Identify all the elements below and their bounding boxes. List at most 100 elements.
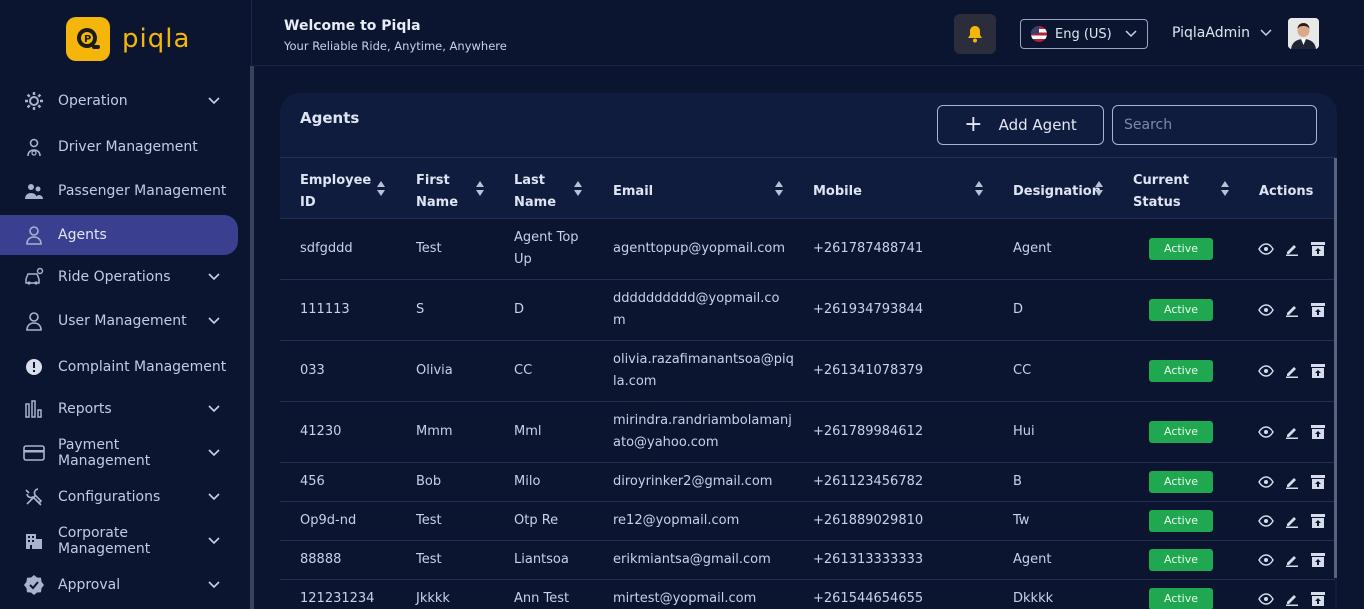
sidebar-item-agents[interactable]: Agents bbox=[0, 215, 238, 255]
archive-icon[interactable] bbox=[1310, 591, 1326, 607]
eye-icon[interactable] bbox=[1258, 241, 1274, 257]
email-cell-line: erikmiantsa@gmail.com bbox=[613, 551, 771, 567]
eye-icon[interactable] bbox=[1258, 552, 1274, 568]
eye-icon[interactable] bbox=[1258, 513, 1274, 529]
table-scrollbar[interactable] bbox=[1334, 158, 1337, 578]
eye-icon[interactable] bbox=[1258, 474, 1274, 490]
svg-text:P: P bbox=[84, 34, 91, 45]
sidebar-item-label: Operation bbox=[58, 93, 128, 109]
column-header[interactable]: Designation bbox=[1013, 181, 1101, 203]
table-row[interactable]: sdfgddd Test Agent Top Up agenttopup@yopmail… bbox=[280, 219, 1335, 280]
edit-icon[interactable] bbox=[1284, 513, 1300, 529]
table-row[interactable]: 033 Olivia CC olivia.razafimanantsoa@piq la.… bbox=[280, 341, 1335, 402]
sidebar-item-reports[interactable]: Reports bbox=[0, 389, 238, 429]
sidebar-item-user-management[interactable]: User Management bbox=[0, 301, 238, 341]
table-row[interactable]: 111113 S Ddddddddddd@yopmail.co m +261934793… bbox=[280, 280, 1335, 341]
us-flag-icon bbox=[1031, 26, 1047, 42]
archive-icon[interactable] bbox=[1310, 513, 1326, 529]
column-header[interactable]: Actions bbox=[1259, 181, 1313, 203]
brand-name: piqla bbox=[122, 24, 191, 54]
edit-icon[interactable] bbox=[1284, 552, 1300, 568]
column-header[interactable]: First Name bbox=[416, 170, 458, 214]
column-header[interactable]: Employee ID bbox=[300, 170, 371, 214]
table-row[interactable]: 121231234 Jkkkk Ann Test mirtest@yopmail.co… bbox=[280, 580, 1335, 609]
sidebar-item-payment-management[interactable]: Payment Management bbox=[0, 433, 238, 473]
welcome-title: Welcome to Piqla bbox=[284, 18, 421, 34]
sort-icon[interactable] bbox=[475, 181, 485, 197]
eye-icon[interactable] bbox=[1258, 302, 1274, 318]
sidebar-item-complaint-management[interactable]: Complaint Management bbox=[0, 347, 238, 387]
table-row[interactable]: Op9d-nd Test Otp Re re12@yopmail.com +261889… bbox=[280, 502, 1335, 541]
email-cell: olivia.razafimanantsoa@piq la.com bbox=[613, 349, 794, 393]
passengers-icon bbox=[22, 179, 46, 203]
email-cell-line: agenttopup@yopmail.com bbox=[613, 240, 785, 256]
archive-icon[interactable] bbox=[1310, 424, 1326, 440]
sidebar-item-configurations[interactable]: Configurations bbox=[0, 477, 238, 517]
add-agent-button[interactable]: + Add Agent bbox=[937, 105, 1104, 145]
archive-icon[interactable] bbox=[1310, 552, 1326, 568]
row-actions bbox=[1258, 241, 1326, 257]
archive-icon[interactable] bbox=[1310, 241, 1326, 257]
sidebar-scrollbar[interactable] bbox=[250, 66, 254, 609]
last-name-cell-line: D bbox=[514, 301, 525, 317]
last-name-cell-line: Liantsoa bbox=[514, 551, 569, 567]
edit-icon[interactable] bbox=[1284, 591, 1300, 607]
edit-icon[interactable] bbox=[1284, 302, 1300, 318]
table-row[interactable]: 456 Bob Milo diroyrinker2@gmail.com +2611234… bbox=[280, 463, 1335, 502]
search-input[interactable] bbox=[1112, 105, 1317, 145]
archive-icon[interactable] bbox=[1310, 474, 1326, 490]
row-actions bbox=[1258, 363, 1326, 379]
status-badge: Active bbox=[1149, 470, 1213, 493]
sidebar-item-label: Driver Management bbox=[58, 139, 198, 155]
first-name-cell: Bob bbox=[416, 473, 442, 489]
eye-icon[interactable] bbox=[1258, 424, 1274, 440]
sidebar-item-label: Approval bbox=[58, 577, 121, 593]
sort-icon[interactable] bbox=[974, 181, 984, 197]
row-actions bbox=[1258, 591, 1326, 607]
column-header[interactable]: Email bbox=[613, 181, 653, 203]
edit-icon[interactable] bbox=[1284, 474, 1300, 490]
employee-id-cell: Op9d-nd bbox=[300, 512, 357, 528]
brand-logo[interactable]: P piqla bbox=[66, 17, 190, 61]
sidebar-item-passenger-management[interactable]: Passenger Management bbox=[0, 171, 238, 211]
eye-icon[interactable] bbox=[1258, 363, 1274, 379]
app-root: P piqla Operation Driver Management Passen… bbox=[0, 0, 1364, 609]
designation-cell: Tw bbox=[1013, 512, 1030, 528]
edit-icon[interactable] bbox=[1284, 424, 1300, 440]
sidebar-item-operation[interactable]: Operation bbox=[0, 81, 238, 121]
sidebar-item-label: Complaint Management bbox=[58, 359, 227, 375]
employee-id-cell: 111113 bbox=[300, 301, 350, 317]
sort-icon[interactable] bbox=[1094, 181, 1104, 197]
last-name-cell-line: Otp Re bbox=[514, 512, 559, 528]
sort-icon[interactable] bbox=[774, 181, 784, 197]
mobile-cell: +261341078379 bbox=[813, 362, 924, 378]
sidebar-item-label: Payment Management bbox=[58, 437, 151, 469]
sort-icon[interactable] bbox=[376, 181, 386, 197]
sidebar-item-ride-operations[interactable]: Ride Operations bbox=[0, 257, 238, 297]
archive-icon[interactable] bbox=[1310, 363, 1326, 379]
table-row[interactable]: 41230 Mmm Mml mirindra.randriambolamanj ato@… bbox=[280, 402, 1335, 463]
email-cell-line: dddddddddd@yopmail.co bbox=[613, 290, 780, 306]
last-name-cell: Ann Test bbox=[514, 588, 569, 609]
table-header: Employee ID First Name Last Name Email Mobile De… bbox=[280, 157, 1335, 219]
table-row[interactable]: 88888 Test Liantsoa erikmiantsa@gmail.com +2… bbox=[280, 541, 1335, 580]
column-header[interactable]: Last Name bbox=[514, 170, 556, 214]
badge-check-icon bbox=[22, 573, 46, 597]
avatar[interactable] bbox=[1288, 18, 1319, 49]
language-select[interactable]: Eng (US) bbox=[1020, 19, 1148, 49]
chevron-down-icon bbox=[202, 489, 226, 505]
column-header[interactable]: Mobile bbox=[813, 181, 862, 203]
employee-id-cell: 121231234 bbox=[300, 590, 375, 606]
notifications-button[interactable] bbox=[954, 14, 996, 54]
sort-icon[interactable] bbox=[1220, 181, 1230, 197]
archive-icon[interactable] bbox=[1310, 302, 1326, 318]
sort-icon[interactable] bbox=[573, 181, 583, 197]
eye-icon[interactable] bbox=[1258, 591, 1274, 607]
sidebar-item-corporate-management[interactable]: Corporate Management bbox=[0, 521, 238, 561]
sidebar-item-approval[interactable]: Approval bbox=[0, 565, 238, 605]
edit-icon[interactable] bbox=[1284, 363, 1300, 379]
edit-icon[interactable] bbox=[1284, 241, 1300, 257]
user-menu[interactable]: PiqlaAdmin bbox=[1172, 25, 1272, 41]
sidebar-item-driver-management[interactable]: Driver Management bbox=[0, 127, 238, 167]
column-header[interactable]: Current Status bbox=[1133, 170, 1189, 214]
